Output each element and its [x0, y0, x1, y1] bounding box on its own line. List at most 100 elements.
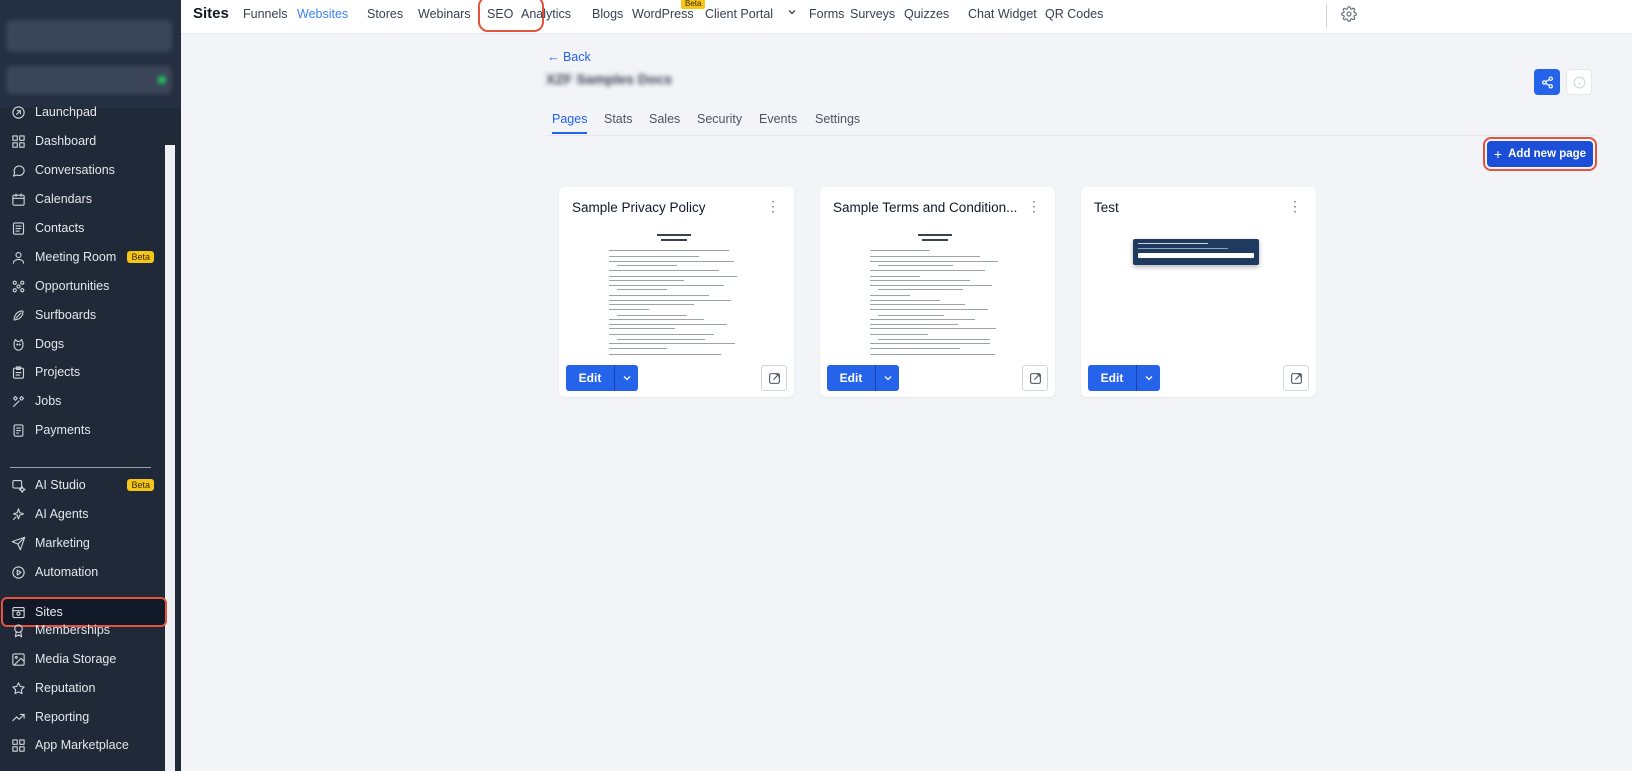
launchpad-icon — [12, 105, 25, 119]
edit-dropdown-button[interactable] — [614, 365, 638, 391]
chevron-down-icon[interactable] — [786, 6, 798, 21]
sidebar-item-label: Reputation — [35, 681, 96, 695]
tab-stats[interactable]: Stats — [604, 112, 633, 132]
kebab-menu-icon[interactable]: ⋮ — [1288, 199, 1302, 213]
sidebar-item-app-marketplace[interactable]: App Marketplace — [3, 732, 166, 758]
tab-security[interactable]: Security — [697, 112, 742, 132]
ai-studio-icon — [12, 479, 26, 493]
nav-link-seo[interactable]: SEO — [487, 7, 513, 21]
nav-link-wordpress[interactable]: WordPress — [632, 7, 694, 21]
tab-pages[interactable]: Pages — [552, 112, 588, 134]
sidebar-item-label: Meeting Room — [35, 250, 117, 264]
sidebar-item-payments[interactable]: Payments — [3, 417, 166, 443]
edit-button[interactable]: Edit — [1088, 365, 1136, 391]
kebab-menu-icon[interactable]: ⋮ — [766, 199, 780, 213]
page-preview[interactable] — [870, 232, 1005, 355]
info-icon — [1573, 76, 1585, 88]
open-page-button[interactable] — [1283, 365, 1309, 391]
nav-link-chat-widget[interactable]: Chat Widget — [968, 7, 1037, 21]
sidebar-item-projects[interactable]: Projects — [3, 359, 166, 385]
sidebar-item-label: Surfboards — [35, 308, 97, 322]
banner-text-line — [1138, 248, 1228, 249]
sidebar-item-calendars[interactable]: Calendars — [3, 186, 166, 212]
kebab-menu-icon[interactable]: ⋮ — [1027, 199, 1041, 213]
open-page-button[interactable] — [1022, 365, 1048, 391]
sidebar-item-jobs[interactable]: Jobs — [3, 388, 166, 414]
chat-icon — [12, 164, 25, 177]
sidebar-item-launchpad[interactable]: Launchpad — [3, 99, 166, 125]
sidebar-scrollbar[interactable] — [165, 145, 175, 771]
external-link-icon — [768, 372, 780, 384]
edit-button[interactable]: Edit — [827, 365, 875, 391]
nav-link-blogs[interactable]: Blogs — [592, 7, 623, 21]
doc-text-line — [870, 295, 910, 296]
doc-text-line — [870, 299, 940, 301]
sidebar-item-conversations[interactable]: Conversations — [3, 157, 166, 183]
sidebar-item-reputation[interactable]: Reputation — [3, 675, 166, 701]
share-button[interactable] — [1534, 69, 1560, 95]
edit-button-group: Edit — [827, 365, 899, 391]
external-link-icon — [1290, 372, 1302, 384]
sidebar-item-opportunities[interactable]: Opportunities — [3, 273, 166, 299]
nav-link-websites[interactable]: Websites — [297, 7, 348, 21]
info-button[interactable] — [1566, 69, 1592, 95]
sidebar-item-ai-studio[interactable]: AI Studio Beta — [3, 472, 166, 498]
doc-text-line — [870, 280, 970, 281]
gear-icon[interactable] — [1341, 6, 1357, 22]
sidebar-item-label: Conversations — [35, 163, 115, 177]
sidebar-item-ai-agents[interactable]: AI Agents — [3, 501, 166, 527]
page-card[interactable]: Test ⋮ Edit — [1081, 187, 1316, 397]
edit-dropdown-button[interactable] — [875, 365, 899, 391]
nav-link-analytics[interactable]: Analytics — [521, 7, 571, 21]
nav-link-client-portal[interactable]: Client Portal — [705, 7, 773, 21]
doc-text-line — [617, 289, 667, 290]
sidebar-item-contacts[interactable]: Contacts — [3, 215, 166, 241]
page-preview[interactable] — [1133, 239, 1259, 265]
seo-beta-badge: Beta — [681, 0, 706, 9]
sidebar-item-surfboards[interactable]: Surfboards — [3, 302, 166, 328]
edit-dropdown-button[interactable] — [1136, 365, 1160, 391]
sidebar-item-label: Projects — [35, 365, 81, 379]
doc-heading-line — [657, 234, 691, 236]
nav-link-webinars[interactable]: Webinars — [418, 7, 471, 21]
tab-events[interactable]: Events — [759, 112, 797, 132]
sidebar-item-media-storage[interactable]: Media Storage — [3, 646, 166, 672]
sidebar-item-label: Dogs — [35, 337, 65, 351]
nav-link-funnels[interactable]: Funnels — [243, 7, 287, 21]
sidebar-item-dashboard[interactable]: Dashboard — [3, 128, 166, 154]
nav-link-surveys[interactable]: Surveys — [850, 7, 895, 21]
sidebar-item-dogs[interactable]: Dogs — [3, 331, 166, 357]
share-icon — [1541, 75, 1553, 89]
doc-heading-line — [918, 234, 952, 236]
page-card[interactable]: Sample Privacy Policy ⋮ Edit — [559, 187, 794, 397]
sidebar-item-marketing[interactable]: Marketing — [3, 530, 166, 556]
nav-link-stores[interactable]: Stores — [367, 7, 403, 21]
sidebar-item-label: Automation — [35, 565, 99, 579]
account-switcher[interactable] — [6, 20, 172, 52]
back-link[interactable]: ← Back — [547, 50, 591, 64]
edit-button-group: Edit — [1088, 365, 1160, 391]
doc-text-line — [870, 334, 928, 335]
doc-text-line — [617, 265, 677, 266]
sidebar-item-memberships[interactable]: Memberships — [3, 617, 166, 643]
tab-sales[interactable]: Sales — [649, 112, 680, 132]
sidebar-item-reporting[interactable]: Reporting — [3, 704, 166, 730]
sidebar-item-automation[interactable]: Automation — [3, 559, 166, 585]
doc-text-line — [609, 334, 714, 335]
page-card[interactable]: Sample Terms and Condition... ⋮ Edit — [820, 187, 1055, 397]
nav-link-forms[interactable]: Forms — [809, 7, 844, 21]
page-preview[interactable] — [609, 232, 744, 355]
doc-text-line — [609, 250, 729, 251]
location-switcher[interactable] — [6, 66, 172, 94]
chevron-down-icon — [1145, 376, 1152, 381]
edit-button[interactable]: Edit — [566, 365, 614, 391]
sidebar-item-meeting-room[interactable]: Meeting Room Beta — [3, 244, 166, 270]
add-new-page-button[interactable]: + Add new page — [1487, 141, 1593, 167]
trend-icon — [12, 713, 25, 721]
nav-link-quizzes[interactable]: Quizzes — [904, 7, 949, 21]
user-icon — [12, 251, 25, 264]
nav-link-qr-codes[interactable]: QR Codes — [1045, 7, 1103, 21]
open-page-button[interactable] — [761, 365, 787, 391]
tab-settings[interactable]: Settings — [815, 112, 860, 132]
doc-text-line — [609, 353, 721, 355]
